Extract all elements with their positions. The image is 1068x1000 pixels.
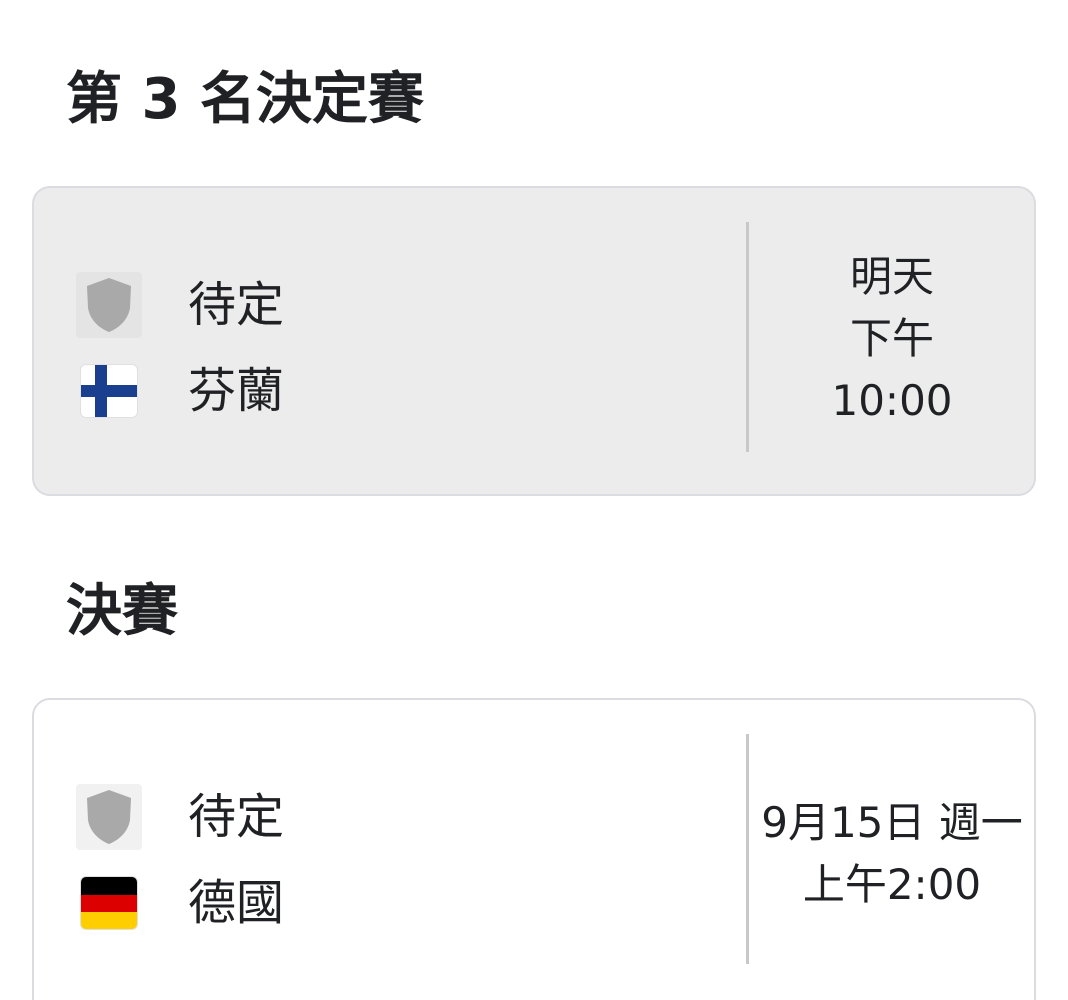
germany-flag-icon — [76, 870, 142, 936]
team-name: 芬蘭 — [188, 363, 285, 419]
card-divider — [746, 222, 749, 452]
match-day: 明天 — [849, 252, 934, 301]
match-time: 明天 下午 10:00 — [750, 246, 1034, 432]
team-row-away: 芬蘭 — [76, 358, 284, 424]
finland-flag-icon — [76, 358, 142, 424]
match-teams: 待定 德國 — [76, 700, 676, 1000]
match-card-third-place[interactable]: 待定 芬蘭 明天 下午 10:00 — [32, 186, 1036, 496]
match-date: 9月15日 週一 — [761, 798, 1023, 847]
placeholder-shield-icon — [76, 272, 142, 338]
match-period: 下午 — [849, 314, 934, 363]
match-card-final[interactable]: 待定 德國 9月15日 週一 上午2:00 — [32, 698, 1036, 1000]
team-row-away: 德國 — [76, 870, 284, 936]
placeholder-shield-icon — [76, 784, 142, 850]
team-name: 待定 — [188, 277, 285, 333]
team-name: 待定 — [188, 789, 285, 845]
match-teams: 待定 芬蘭 — [76, 188, 676, 494]
team-row-home: 待定 — [76, 272, 284, 338]
team-row-home: 待定 — [76, 784, 284, 850]
match-time: 9月15日 週一 上午2:00 — [750, 792, 1034, 916]
card-divider — [746, 734, 749, 964]
team-name: 德國 — [188, 875, 285, 931]
match-clock: 上午2:00 — [802, 860, 982, 909]
section-title-third-place: 第 3 名決定賽 — [66, 67, 424, 132]
section-title-final: 決賽 — [66, 579, 178, 644]
match-schedule-page: 第 3 名決定賽 待定 芬蘭 明天 下午 10:00 決賽 待定 德國 9月15… — [0, 0, 1068, 1000]
match-clock: 10:00 — [831, 376, 953, 425]
